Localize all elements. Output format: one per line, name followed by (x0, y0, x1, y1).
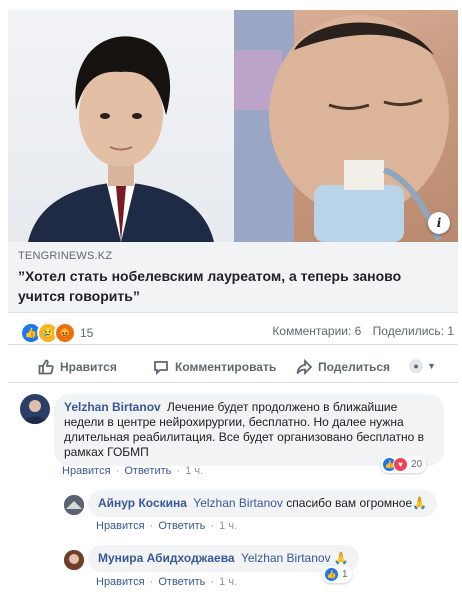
reply-mention[interactable]: Yelzhan Birtanov (241, 551, 331, 565)
reply-mention[interactable]: Yelzhan Birtanov (193, 496, 283, 510)
reply-author[interactable]: Айнур Коскина (98, 496, 187, 510)
avatar[interactable] (64, 495, 84, 515)
reply-meta: Нравится · Ответить · 1 ч. (96, 520, 238, 532)
like-label: Нравится (60, 360, 117, 374)
page-avatar-icon: ● (409, 359, 424, 373)
reply-bubble: Айнур Коскина Yelzhan Birtanov спасибо в… (88, 490, 438, 517)
comments-count-link[interactable]: Комментарии: 6 (272, 324, 361, 338)
comment-reaction-count: 20 (411, 459, 423, 470)
avatar-illustration (23, 400, 47, 424)
angry-reaction-icon: 😡 (54, 322, 76, 344)
comment-button[interactable]: Комментировать (153, 359, 276, 375)
reply-reply-link[interactable]: Ответить (158, 520, 205, 532)
shares-count-link[interactable]: Поделились: 1 (373, 324, 454, 338)
reaction-count: 15 (80, 326, 94, 340)
comment-like-link[interactable]: Нравится (62, 465, 111, 477)
portrait-photo[interactable] (8, 10, 234, 242)
share-label: Поделиться (318, 360, 391, 374)
comment-bubble: Yelzhan Birtanov Лечение будет продолжен… (54, 394, 444, 466)
hospital-illustration (234, 10, 449, 242)
link-source: TENGRINEWS.KZ (18, 250, 113, 262)
audience-selector[interactable]: ● ▼ (409, 359, 436, 373)
avatar-illustration (64, 550, 84, 570)
facebook-post: i TENGRINEWS.KZ ”Хотел стать нобелевским… (8, 0, 458, 597)
avatar-illustration (64, 495, 84, 515)
comment-icon (154, 361, 168, 375)
reactions-summary[interactable]: 👍 😢 😡 15 (20, 322, 93, 344)
comment-reply-link[interactable]: Ответить (124, 465, 171, 477)
engagement-counts: Комментарии: 6 Поделились: 1 (264, 324, 454, 338)
reply-bubble: Мунира Абидходжаева Yelzhan Birtanov 🙏 (88, 545, 359, 572)
info-icon[interactable]: i (428, 212, 450, 234)
chevron-down-icon: ▼ (427, 361, 436, 371)
avatar[interactable] (20, 394, 50, 424)
reply-like-link[interactable]: Нравится (96, 576, 145, 588)
reply-reply-link[interactable]: Ответить (158, 576, 205, 588)
portrait-illustration (28, 36, 214, 242)
comment-author[interactable]: Yelzhan Birtanov (64, 400, 161, 414)
post-actions: Нравится Комментировать Поделиться ● ▼ (8, 352, 458, 383)
reply-text: 🙏 (333, 551, 349, 565)
reply-time[interactable]: 1 ч. (219, 576, 237, 588)
comment-reactions[interactable]: 👍 ♥ 20 (380, 456, 427, 473)
reply-time[interactable]: 1 ч. (219, 520, 237, 532)
hospital-photo[interactable]: i (234, 10, 458, 242)
comment-meta: Нравится · Ответить · 1 ч. (62, 465, 204, 477)
post-stats: 👍 😢 😡 15 Комментарии: 6 Поделились: 1 (8, 318, 458, 345)
reply-reactions[interactable]: 👍 1 (322, 566, 352, 583)
avatar[interactable] (64, 550, 84, 570)
share-arrow-icon (296, 359, 312, 375)
like-button[interactable]: Нравится (38, 359, 117, 375)
reply-like-link[interactable]: Нравится (96, 520, 145, 532)
post-photos[interactable]: i (8, 10, 458, 242)
link-preview[interactable]: TENGRINEWS.KZ ”Хотел стать нобелевским л… (8, 242, 458, 313)
love-reaction-icon: ♥ (393, 457, 408, 472)
comment-time[interactable]: 1 ч. (185, 465, 203, 477)
reply-meta: Нравится · Ответить · 1 ч. (96, 576, 238, 588)
comment-label: Комментировать (175, 360, 277, 374)
reply-reaction-count: 1 (342, 569, 348, 580)
link-headline[interactable]: ”Хотел стать нобелевским лауреатом, а те… (18, 266, 448, 306)
thumbs-up-icon (38, 359, 54, 375)
like-reaction-icon: 👍 (324, 567, 339, 582)
reply-author[interactable]: Мунира Абидходжаева (98, 551, 235, 565)
share-button[interactable]: Поделиться (296, 359, 390, 375)
reply-text: спасибо вам огромное🙏 (286, 496, 428, 510)
